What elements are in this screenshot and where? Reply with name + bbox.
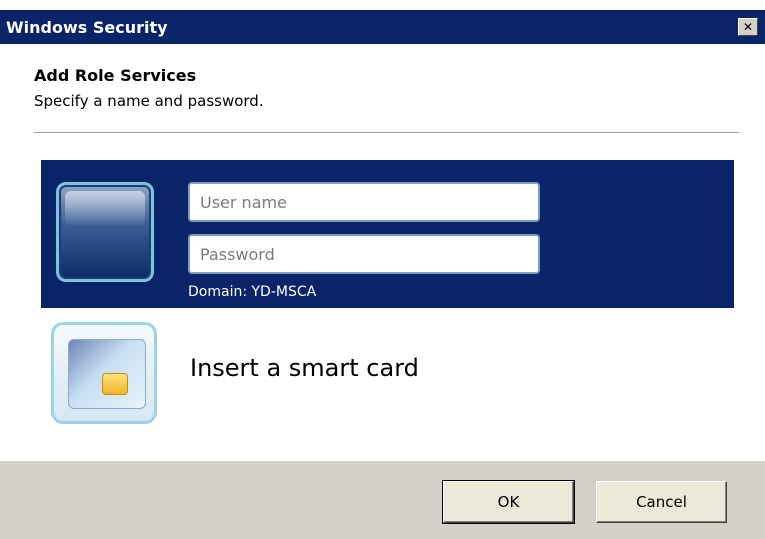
smart-card-icon[interactable] bbox=[51, 322, 157, 424]
header-divider bbox=[34, 132, 739, 133]
ok-button[interactable]: OK bbox=[442, 480, 575, 524]
username-input[interactable] bbox=[188, 182, 540, 222]
cancel-button[interactable]: Cancel bbox=[596, 481, 727, 523]
title-bar: Windows Security ✕ bbox=[0, 10, 765, 44]
domain-label: Domain: YD-MSCA bbox=[188, 284, 317, 300]
password-input[interactable] bbox=[188, 234, 540, 274]
window-title: Windows Security bbox=[6, 18, 168, 37]
close-icon: ✕ bbox=[742, 20, 754, 34]
dialog-subtitle: Specify a name and password. bbox=[34, 92, 264, 110]
dialog-footer: OK Cancel bbox=[0, 461, 765, 539]
smart-card-option-label[interactable]: Insert a smart card bbox=[190, 354, 419, 382]
user-tile-icon bbox=[56, 182, 154, 282]
credential-tile-selected[interactable]: Domain: YD-MSCA bbox=[41, 160, 734, 308]
smart-card-chip bbox=[102, 373, 128, 395]
user-tile-gloss bbox=[65, 191, 145, 225]
close-button[interactable]: ✕ bbox=[738, 18, 758, 36]
dialog-heading: Add Role Services bbox=[34, 66, 197, 85]
